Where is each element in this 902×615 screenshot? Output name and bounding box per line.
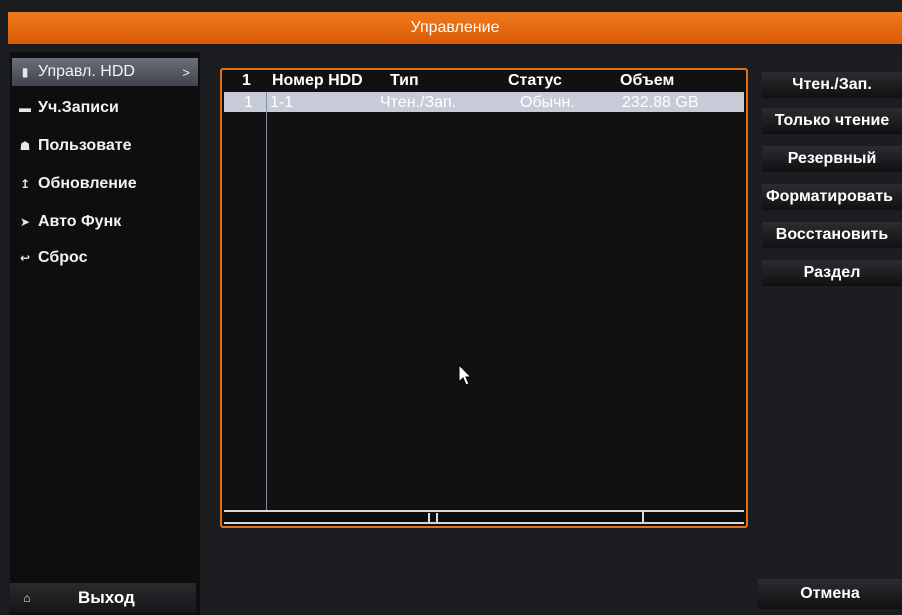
dvr-screen: Управление ▮ Управл. HDD > ▬ Уч.Записи ☗…: [0, 0, 902, 615]
exit-label: Выход: [78, 588, 135, 607]
header-status: Статус: [508, 72, 562, 89]
sidebar-item-auto[interactable]: ➤ Авто Функ: [12, 208, 198, 236]
cell-type: Чтен./Зап.: [380, 94, 457, 111]
scrollbar-end-marker: [642, 512, 644, 522]
sidebar-item-label: Уч.Записи: [38, 99, 119, 116]
cancel-button[interactable]: Отмена: [758, 579, 902, 609]
sidebar-item-upgrade[interactable]: ↥ Обновление: [12, 170, 198, 198]
sidebar-item-label: Сброс: [38, 249, 88, 266]
window-title: Управление: [8, 12, 902, 44]
cell-size: 232.88 GB: [622, 94, 699, 111]
hdd-icon: ▮: [21, 65, 29, 79]
read-only-button[interactable]: Только чтение: [762, 108, 902, 134]
column-divider: [266, 92, 267, 510]
header-index: 1: [242, 72, 251, 89]
format-button[interactable]: Форматировать: [762, 184, 902, 210]
partition-button[interactable]: Раздел: [762, 260, 902, 286]
cell-index: 1: [244, 94, 253, 111]
cell-status: Обычн.: [520, 94, 575, 111]
sidebar-item-records[interactable]: ▬ Уч.Записи: [12, 94, 198, 122]
auto-icon: ➤: [19, 215, 31, 229]
table-header: 1 Номер HDD Тип Статус Объем: [222, 70, 746, 92]
sidebar: ▮ Управл. HDD > ▬ Уч.Записи ☗ Пользовате…: [10, 52, 200, 615]
restore-button[interactable]: Восстановить: [762, 222, 902, 248]
exit-button[interactable]: ⌂ Выход: [10, 583, 196, 613]
users-icon: ☗: [19, 139, 31, 153]
hdd-table: 1 Номер HDD Тип Статус Объем 1 1-1 Чтен.…: [220, 68, 748, 528]
sidebar-item-label: Управл. HDD: [38, 63, 135, 80]
mouse-pointer-icon: [458, 364, 473, 386]
sidebar-item-users[interactable]: ☗ Пользовате: [12, 132, 198, 160]
sidebar-item-label: Авто Функ: [38, 213, 122, 230]
horizontal-scrollbar[interactable]: [224, 510, 744, 524]
backup-button[interactable]: Резервный: [762, 146, 902, 172]
sidebar-item-hdd[interactable]: ▮ Управл. HDD >: [12, 58, 198, 86]
header-type: Тип: [390, 72, 419, 89]
read-write-button[interactable]: Чтен./Зап.: [762, 72, 902, 98]
header-size: Объем: [620, 72, 675, 89]
header-hdd-number: Номер HDD: [272, 72, 363, 89]
table-row[interactable]: 1 1-1 Чтен./Зап. Обычн. 232.88 GB: [224, 92, 744, 112]
cell-hdd-number: 1-1: [270, 94, 294, 111]
sidebar-item-label: Пользовате: [38, 137, 132, 154]
scrollbar-thumb[interactable]: [428, 513, 438, 523]
sidebar-item-reset[interactable]: ↩ Сброс: [12, 244, 198, 272]
chevron-right-icon: >: [182, 64, 190, 80]
folder-icon: ▬: [19, 101, 31, 115]
home-icon: ⌂: [23, 591, 31, 605]
reset-icon: ↩: [19, 251, 31, 265]
sidebar-item-label: Обновление: [38, 175, 137, 192]
upgrade-icon: ↥: [19, 177, 31, 191]
